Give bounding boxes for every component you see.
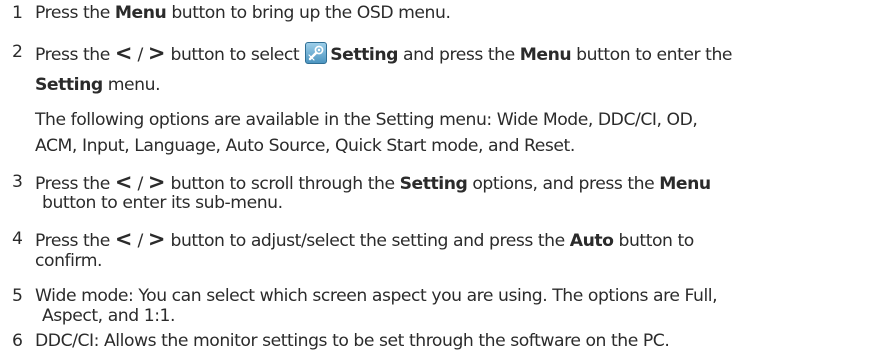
step-3-line-1: Press the < / > button to scroll through… bbox=[35, 170, 711, 195]
right-arrow-icon: > bbox=[147, 41, 166, 65]
text-fragment: options, and press the bbox=[467, 174, 660, 194]
step-number: 5 bbox=[12, 286, 23, 306]
step-2-line-1: Press the < / > button to select Setting… bbox=[35, 42, 732, 65]
step-3-line-2: button to enter its sub-menu. bbox=[42, 193, 283, 213]
wrench-gear-icon bbox=[305, 42, 328, 64]
text-fragment: button to enter its sub-menu. bbox=[42, 193, 283, 213]
text-fragment: The following options are available in t… bbox=[35, 110, 698, 130]
text-fragment: Press the bbox=[35, 174, 115, 194]
step-number: 1 bbox=[12, 3, 23, 23]
text-fragment: / bbox=[132, 45, 148, 65]
step-number: 3 bbox=[12, 172, 23, 192]
menu-button-label: Menu bbox=[114, 3, 167, 23]
text-fragment: confirm. bbox=[35, 251, 103, 271]
step-5-line-2: Aspect, and 1:1. bbox=[42, 306, 175, 326]
step-number: 4 bbox=[12, 229, 23, 249]
text-fragment: Aspect, and 1:1. bbox=[42, 306, 176, 326]
text-fragment: Press the bbox=[35, 45, 115, 65]
text-fragment: Press the bbox=[35, 231, 115, 251]
text-fragment: and press the bbox=[398, 45, 520, 65]
setting-label: Setting bbox=[330, 45, 398, 65]
step-2-line-3: The following options are available in t… bbox=[35, 110, 698, 130]
text-fragment: button to bbox=[613, 231, 694, 251]
step-1-line-1: Press the Menu button to bring up the OS… bbox=[35, 3, 451, 23]
right-arrow-icon: > bbox=[147, 227, 166, 251]
text-fragment: / bbox=[132, 231, 148, 251]
left-arrow-icon: < bbox=[114, 227, 133, 251]
instruction-list: 1 Press the Menu button to bring up the … bbox=[0, 0, 889, 359]
step-2-line-4: ACM, Input, Language, Auto Source, Quick… bbox=[35, 136, 575, 156]
step-5-line-1: Wide mode: You can select which screen a… bbox=[35, 286, 718, 306]
text-fragment: button to scroll through the bbox=[165, 174, 400, 194]
step-number: 2 bbox=[12, 42, 23, 62]
left-arrow-icon: < bbox=[114, 170, 133, 194]
menu-button-label: Menu bbox=[659, 174, 711, 194]
step-4-line-1: Press the < / > button to adjust/select … bbox=[35, 227, 694, 252]
text-fragment: button to select bbox=[165, 45, 305, 65]
auto-button-label: Auto bbox=[569, 231, 614, 251]
text-fragment: Press the bbox=[35, 3, 115, 23]
step-6-line-1: DDC/CI: Allows the monitor settings to b… bbox=[35, 331, 670, 351]
text-fragment: DDC/CI: Allows the monitor settings to b… bbox=[35, 331, 670, 351]
step-4-line-2: confirm. bbox=[35, 251, 103, 271]
right-arrow-icon: > bbox=[147, 170, 166, 194]
left-arrow-icon: < bbox=[114, 41, 133, 65]
text-fragment: Wide mode: You can select which screen a… bbox=[35, 286, 718, 306]
setting-label: Setting bbox=[399, 174, 468, 194]
text-fragment: button to adjust/select the setting and … bbox=[165, 231, 570, 251]
step-number: 6 bbox=[12, 331, 23, 351]
text-fragment: button to enter the bbox=[571, 45, 733, 65]
step-2-line-2: Setting menu. bbox=[35, 75, 161, 95]
text-fragment: ACM, Input, Language, Auto Source, Quick… bbox=[35, 136, 575, 156]
menu-button-label: Menu bbox=[519, 45, 572, 65]
setting-label: Setting bbox=[35, 75, 103, 95]
text-fragment: / bbox=[132, 174, 148, 194]
text-fragment: menu. bbox=[102, 75, 161, 95]
text-fragment: button to bring up the OSD menu. bbox=[166, 3, 451, 23]
